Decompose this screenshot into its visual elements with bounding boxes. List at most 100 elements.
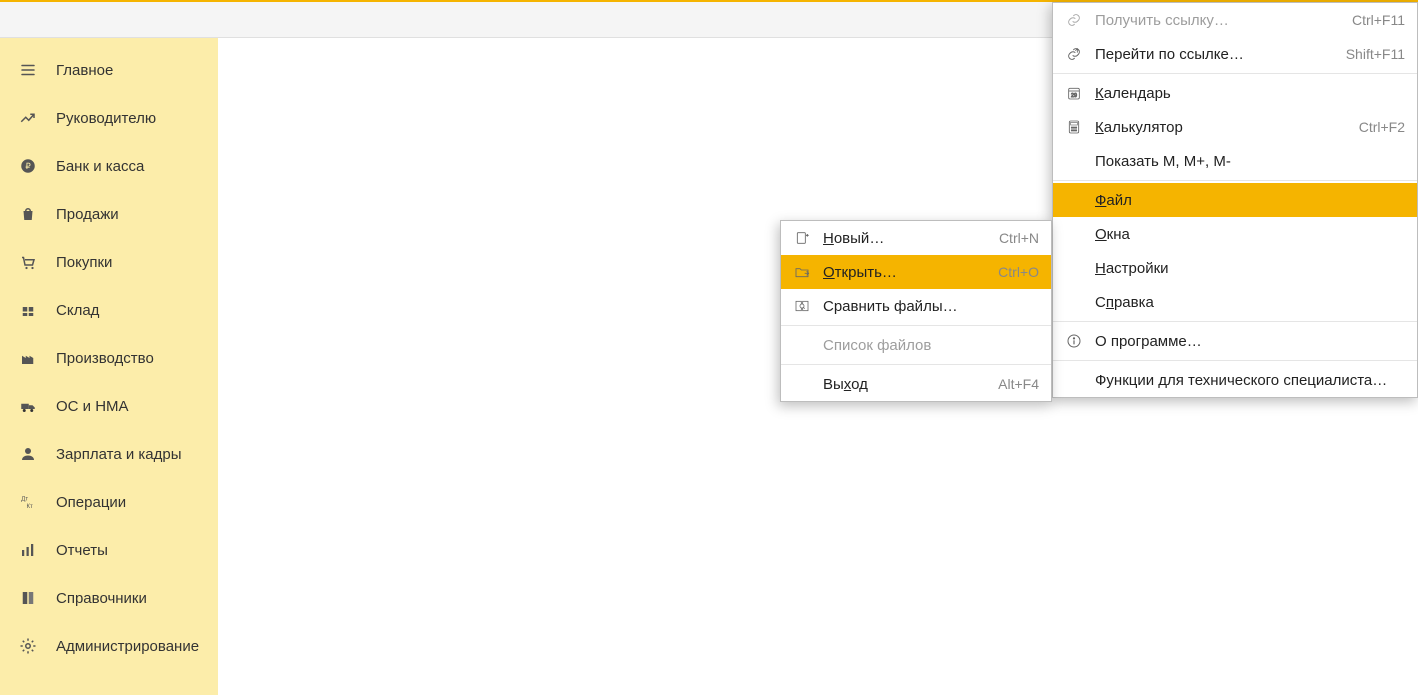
tools-dropdown-menu: Получить ссылку… Ctrl+F11 Перейти по ссылк… <box>1052 2 1418 398</box>
svg-text:₽: ₽ <box>25 162 30 171</box>
sidebar-item-label: Главное <box>56 62 113 79</box>
sidebar-item-label: Покупки <box>56 254 112 271</box>
menu-item-label: Список файлов <box>823 337 1039 354</box>
open-icon <box>793 263 811 281</box>
sidebar-item-label: Справочники <box>56 590 147 607</box>
icon-placeholder <box>793 375 811 393</box>
sidebar-item-label: Склад <box>56 302 99 319</box>
sidebar-item-2[interactable]: ₽ Банк и касса <box>0 142 218 190</box>
menu-separator <box>1053 360 1417 361</box>
menu-item-label: Сравнить файлы… <box>823 298 1039 315</box>
menu-item-label: Справка <box>1095 294 1405 311</box>
calendar-icon: 29 <box>1065 84 1083 102</box>
goto-icon <box>1065 45 1083 63</box>
icon-placeholder <box>1065 152 1083 170</box>
menu-item-shortcut: Alt+F4 <box>998 376 1039 392</box>
menu-item-перейти-по-ссылке-[interactable]: Перейти по ссылке… Shift+F11 <box>1053 37 1417 71</box>
books-icon <box>18 588 38 608</box>
icon-placeholder <box>1065 191 1083 209</box>
content-area: Получить ссылку…Ctrl+F11Перейти по ссылк… <box>218 38 1418 695</box>
sidebar-item-5[interactable]: Склад <box>0 286 218 334</box>
menu-item-label: Показать M, M+, M- <box>1095 153 1405 170</box>
menu-item-календарь[interactable]: 29 Календарь <box>1053 76 1417 110</box>
new-icon <box>793 229 811 247</box>
menu-item-справка[interactable]: Справка <box>1053 285 1417 319</box>
menu-item-label: Новый… <box>823 230 987 247</box>
sidebar-item-6[interactable]: Производство <box>0 334 218 382</box>
menu-item-label: О программе… <box>1095 333 1405 350</box>
sidebar-item-label: Отчеты <box>56 542 108 559</box>
menu-item-label: Функции для технического специалиста… <box>1095 372 1405 389</box>
file-submenu: Новый… Ctrl+N Открыть… Ctrl+O Сравнить файлы… <box>780 220 1052 402</box>
menu-item-выход[interactable]: Выход Alt+F4 <box>781 367 1051 401</box>
sidebar-item-label: Руководителю <box>56 110 156 127</box>
sidebar-item-label: Банк и касса <box>56 158 144 175</box>
menu-separator <box>1053 180 1417 181</box>
sidebar-item-7[interactable]: ОС и НМА <box>0 382 218 430</box>
menu-item-shortcut: Shift+F11 <box>1346 46 1405 62</box>
dtkt-icon: ДтКт <box>18 492 38 512</box>
barchart-icon <box>18 540 38 560</box>
sidebar-item-1[interactable]: Руководителю <box>0 94 218 142</box>
menu-item-label: Калькулятор <box>1095 119 1347 136</box>
menu-icon <box>18 60 38 80</box>
icon-placeholder <box>1065 293 1083 311</box>
menu-item-функции-для-технического-специалиста-[interactable]: Функции для технического специалиста… <box>1053 363 1417 397</box>
icon-placeholder <box>793 336 811 354</box>
sidebar-item-12[interactable]: Администрирование <box>0 622 218 670</box>
calc-icon <box>1065 118 1083 136</box>
sidebar-item-9[interactable]: ДтКтОперации <box>0 478 218 526</box>
bag-icon <box>18 204 38 224</box>
person-icon <box>18 444 38 464</box>
menu-item-о-программе-[interactable]: О программе… <box>1053 324 1417 358</box>
menu-separator <box>1053 321 1417 322</box>
trend-icon <box>18 108 38 128</box>
menu-item-shortcut: Ctrl+F2 <box>1359 119 1405 135</box>
gear-icon <box>18 636 38 656</box>
sidebar-item-4[interactable]: Покупки <box>0 238 218 286</box>
menu-item-label: Перейти по ссылке… <box>1095 46 1334 63</box>
sidebar-item-0[interactable]: Главное <box>0 46 218 94</box>
sidebar-item-10[interactable]: Отчеты <box>0 526 218 574</box>
menu-item-настройки[interactable]: Настройки <box>1053 251 1417 285</box>
svg-text:Дт: Дт <box>21 497 28 503</box>
menu-item-показать-m-m-m-[interactable]: Показать M, M+, M- <box>1053 144 1417 178</box>
sidebar-item-label: Администрирование <box>56 638 199 655</box>
warehouse-icon <box>18 300 38 320</box>
compare-icon <box>793 297 811 315</box>
svg-text:Кт: Кт <box>27 504 33 510</box>
icon-placeholder <box>1065 371 1083 389</box>
menu-item-окна[interactable]: Окна <box>1053 217 1417 251</box>
menu-item-label: Настройки <box>1095 260 1405 277</box>
ruble-icon: ₽ <box>18 156 38 176</box>
sidebar-item-8[interactable]: Зарплата и кадры <box>0 430 218 478</box>
sidebar-item-3[interactable]: Продажи <box>0 190 218 238</box>
sidebar-item-11[interactable]: Справочники <box>0 574 218 622</box>
info-icon <box>1065 332 1083 350</box>
sidebar-item-label: Зарплата и кадры <box>56 446 182 463</box>
menu-item-label: Получить ссылку… <box>1095 12 1340 29</box>
menu-item-сравнить-файлы-[interactable]: Сравнить файлы… <box>781 289 1051 323</box>
menu-item-label: Выход <box>823 376 986 393</box>
sidebar-item-label: Продажи <box>56 206 119 223</box>
truck-icon <box>18 396 38 416</box>
menu-item-label: Файл <box>1095 192 1405 209</box>
navigation-sidebar: Главное Руководителю ₽ Банк и касса Продажи П… <box>0 38 218 695</box>
icon-placeholder <box>1065 259 1083 277</box>
menu-item-новый-[interactable]: Новый… Ctrl+N <box>781 221 1051 255</box>
sidebar-item-label: Производство <box>56 350 154 367</box>
menu-item-файл[interactable]: Файл <box>1053 183 1417 217</box>
menu-item-label: Открыть… <box>823 264 986 281</box>
menu-separator <box>1053 73 1417 74</box>
main-area: Главное Руководителю ₽ Банк и касса Продажи П… <box>0 38 1418 695</box>
menu-item-shortcut: Ctrl+O <box>998 264 1039 280</box>
menu-item-открыть-[interactable]: Открыть… Ctrl+O <box>781 255 1051 289</box>
menu-item-shortcut: Ctrl+N <box>999 230 1039 246</box>
menu-item-shortcut: Ctrl+F11 <box>1352 12 1405 28</box>
link-icon <box>1065 11 1083 29</box>
menu-item-список-файлов: Список файлов <box>781 328 1051 362</box>
factory-icon <box>18 348 38 368</box>
cart-icon <box>18 252 38 272</box>
menu-item-label: Календарь <box>1095 85 1405 102</box>
menu-item-калькулятор[interactable]: Калькулятор Ctrl+F2 <box>1053 110 1417 144</box>
